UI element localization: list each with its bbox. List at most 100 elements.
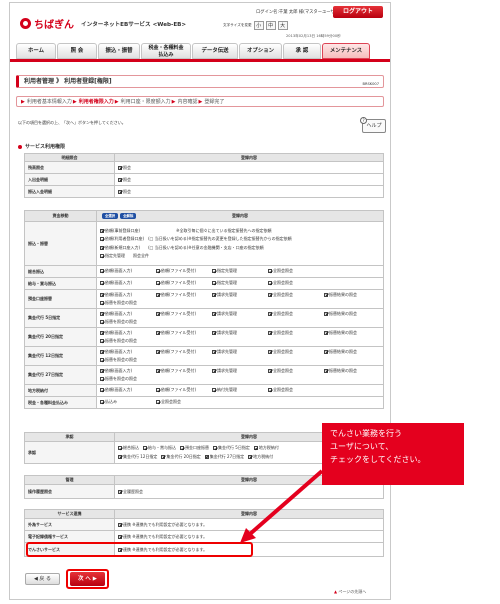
table-header: 承認 xyxy=(24,432,115,442)
logout-button[interactable]: ログアウト xyxy=(333,6,383,18)
checkbox[interactable] xyxy=(324,349,328,354)
checkbox[interactable] xyxy=(118,454,122,459)
checkbox[interactable] xyxy=(118,189,122,194)
checkbox[interactable] xyxy=(212,311,216,316)
checkbox[interactable] xyxy=(156,292,160,297)
checkbox[interactable] xyxy=(100,388,104,393)
bank-logo[interactable]: ちばぎん インターネットEBサービス <Web-EB> xyxy=(20,16,186,31)
checkbox[interactable] xyxy=(213,446,217,450)
checkbox[interactable] xyxy=(156,330,160,335)
checkbox[interactable] xyxy=(100,292,104,297)
checkbox[interactable] xyxy=(268,292,272,297)
checkbox[interactable] xyxy=(212,330,216,335)
checkbox[interactable] xyxy=(100,245,104,250)
font-size-small-button[interactable]: 小 xyxy=(253,21,264,30)
table-row: 入出金明細 照会 xyxy=(24,173,384,186)
nav-maintenance[interactable]: メンテナンス xyxy=(322,43,370,59)
checkbox[interactable] xyxy=(324,311,328,316)
checkbox[interactable] xyxy=(100,228,104,233)
page-top-link[interactable]: ▲ ページの先頭へ xyxy=(334,589,366,595)
nav-tax-payment[interactable]: 税金・各種料金 払込み xyxy=(141,43,191,59)
checkbox[interactable] xyxy=(180,446,184,450)
help-button[interactable]: ? ヘルプ xyxy=(360,117,386,133)
checkbox[interactable] xyxy=(100,237,104,241)
checkbox[interactable] xyxy=(100,320,104,324)
nav-transfer[interactable]: 振込・振替 xyxy=(98,43,140,59)
checkbox[interactable] xyxy=(268,281,272,286)
checkbox[interactable] xyxy=(204,454,209,459)
option: 集金代行 20日指定 xyxy=(161,453,201,462)
checkbox[interactable] xyxy=(212,388,216,393)
checkbox[interactable] xyxy=(156,349,160,354)
select-badges: 全選択 全解除 xyxy=(100,213,137,219)
checkbox[interactable] xyxy=(268,368,272,373)
font-size-medium-button[interactable]: 中 xyxy=(265,21,276,30)
font-size-large-button[interactable]: 大 xyxy=(277,21,288,30)
nav-approval[interactable]: 承 認 xyxy=(283,43,321,59)
checkbox[interactable] xyxy=(161,454,166,459)
table-row: 税金・各種料金払込み 払込み 全照会照会 xyxy=(24,396,384,409)
nav-data-transfer[interactable]: データ伝送 xyxy=(192,43,238,59)
select-all-button[interactable]: 全選択 xyxy=(102,213,119,219)
checkbox[interactable] xyxy=(118,177,122,182)
checkbox[interactable] xyxy=(268,269,272,274)
checkbox[interactable] xyxy=(268,311,272,316)
clear-all-button[interactable]: 全解除 xyxy=(120,213,137,219)
checkbox[interactable] xyxy=(212,292,216,297)
checkbox[interactable] xyxy=(100,358,104,362)
checkbox[interactable] xyxy=(100,301,104,305)
checkbox[interactable] xyxy=(248,454,253,459)
checkbox[interactable] xyxy=(100,311,104,316)
nav-inquiry[interactable]: 照 会 xyxy=(57,43,97,59)
checkbox[interactable] xyxy=(324,330,328,335)
checkbox[interactable] xyxy=(212,368,216,373)
checkbox[interactable] xyxy=(118,522,122,527)
checkbox[interactable] xyxy=(118,489,122,494)
checkbox[interactable] xyxy=(100,349,104,354)
checkbox[interactable] xyxy=(118,446,122,450)
checkbox[interactable] xyxy=(100,400,104,405)
checkbox[interactable] xyxy=(100,368,104,373)
option-label: 全照会照会 xyxy=(273,291,293,297)
table-row: 集金代行 27日指定 依頼(画面入力) 依頼(ファイル受付) 請求先管理 全照会照会 振替… xyxy=(24,365,384,385)
checkbox[interactable] xyxy=(156,269,160,274)
logo-text: ちばぎん xyxy=(34,20,74,31)
page-top-label: ページの先頭へ xyxy=(338,589,367,594)
checkbox[interactable] xyxy=(253,446,258,450)
option-label: 照会 xyxy=(123,188,131,194)
checkbox[interactable] xyxy=(100,339,104,343)
checkbox[interactable] xyxy=(100,377,104,381)
checkbox[interactable] xyxy=(156,281,160,286)
checkbox[interactable] xyxy=(156,388,160,393)
checkbox[interactable] xyxy=(156,368,160,373)
option-label: 預金口座振替 xyxy=(185,445,209,450)
option-label: 依頼(ファイル受付) xyxy=(161,268,197,274)
checkbox[interactable] xyxy=(100,281,104,286)
checkbox[interactable] xyxy=(268,349,272,354)
checkbox[interactable] xyxy=(100,269,104,274)
checkbox[interactable] xyxy=(118,165,122,170)
option-label: 地方税納付 xyxy=(258,445,279,450)
checkbox[interactable] xyxy=(118,534,122,539)
option-label: 請求先管理 xyxy=(217,291,237,297)
checkbox[interactable] xyxy=(324,368,328,373)
checkbox[interactable] xyxy=(143,446,147,450)
option: 請求先管理 xyxy=(212,367,264,376)
checkbox[interactable] xyxy=(212,349,216,354)
checkbox[interactable] xyxy=(212,281,216,286)
checkbox[interactable] xyxy=(100,330,104,335)
option: 集金代行 27日指定 xyxy=(204,453,244,462)
nav-home[interactable]: ホーム xyxy=(16,43,56,59)
option: 給与・賞与振込 xyxy=(143,444,176,453)
checkbox[interactable] xyxy=(100,254,104,258)
checkbox[interactable] xyxy=(268,388,272,393)
checkbox[interactable] xyxy=(156,311,160,316)
checkbox[interactable] xyxy=(324,292,328,297)
option: 依頼(ファイル受付) xyxy=(156,291,208,300)
back-button[interactable]: ◀ 戻 る xyxy=(25,573,60,585)
checkbox[interactable] xyxy=(212,269,216,274)
checkbox[interactable] xyxy=(156,400,160,405)
checkbox[interactable] xyxy=(268,330,272,335)
nav-option[interactable]: オプション xyxy=(239,43,282,59)
option-line: 払込み 全照会照会 xyxy=(100,398,380,407)
